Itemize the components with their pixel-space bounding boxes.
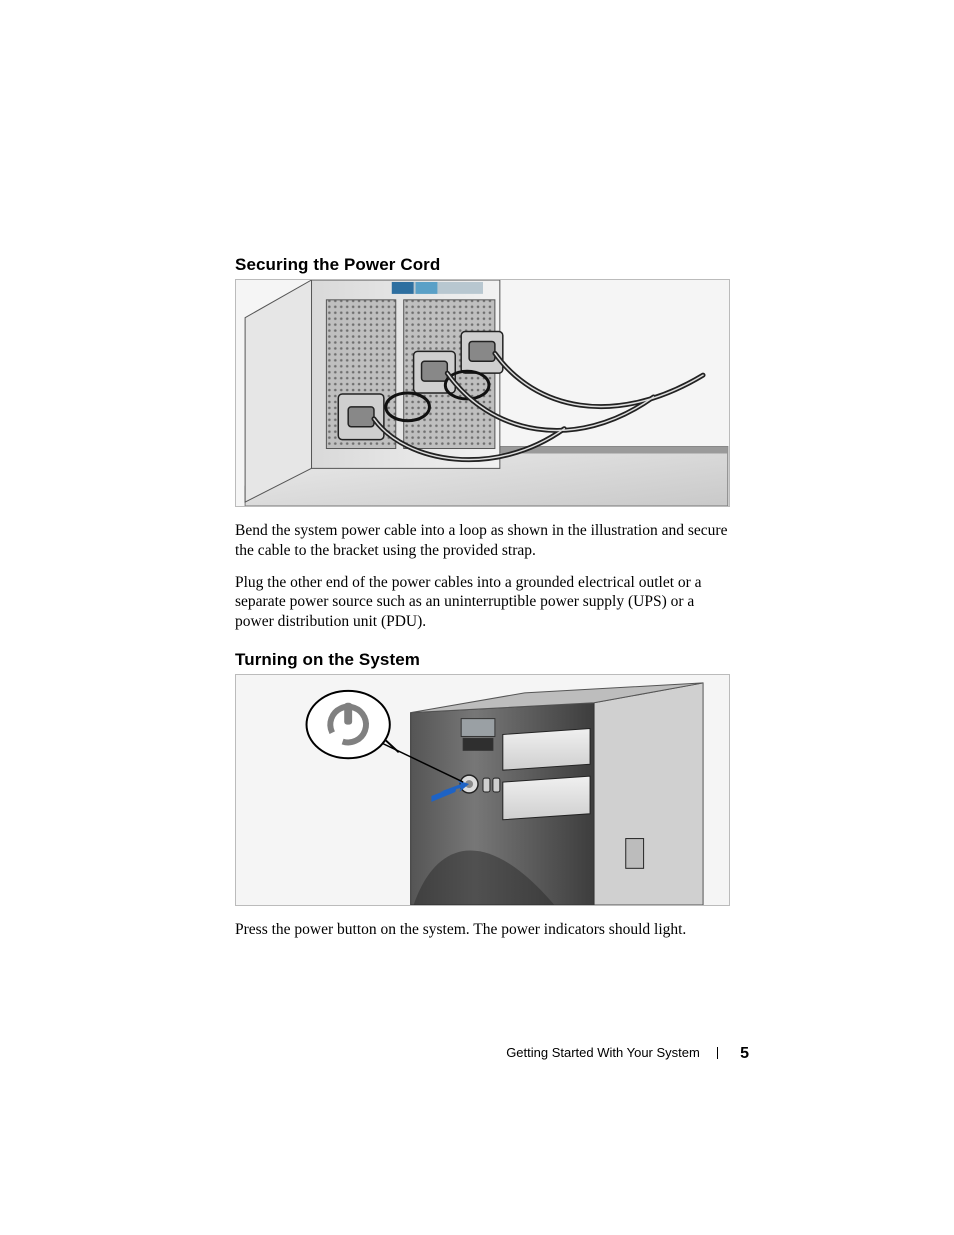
page-footer: Getting Started With Your System 5 [235, 1045, 749, 1063]
figure-securing-power-cord [235, 279, 730, 507]
power-icon-callout [307, 691, 399, 758]
heading-turning-on-system: Turning on the System [235, 650, 740, 670]
paragraph-securing-1: Bend the system power cable into a loop … [235, 521, 735, 561]
footer-separator [717, 1047, 718, 1059]
footer-section-title: Getting Started With Your System [506, 1045, 700, 1060]
paragraph-securing-2: Plug the other end of the power cables i… [235, 573, 735, 632]
footer-page-number: 5 [740, 1045, 749, 1062]
paragraph-turning-on-1: Press the power button on the system. Th… [235, 920, 735, 940]
figure-turning-on-system [235, 674, 730, 906]
heading-securing-power-cord: Securing the Power Cord [235, 255, 740, 275]
document-page: Securing the Power Cord [0, 0, 954, 1235]
